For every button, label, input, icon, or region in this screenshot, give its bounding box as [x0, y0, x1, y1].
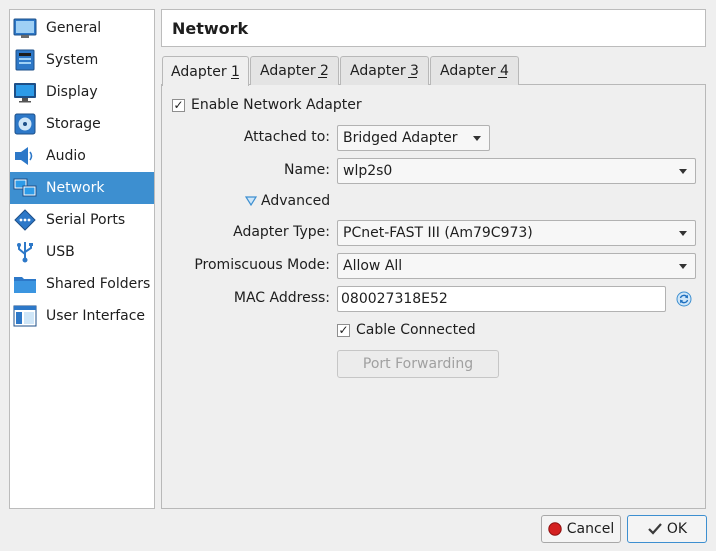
ok-button[interactable]: OK: [627, 515, 707, 543]
audio-icon: [15, 147, 33, 165]
storage-icon: [14, 113, 36, 135]
settings-sidebar: General System Display Storage Audio Net…: [9, 9, 155, 509]
promiscuous-mode-label: Promiscuous Mode:: [194, 257, 330, 273]
system-icon: [15, 49, 35, 71]
chevron-down-icon: [473, 136, 481, 141]
tab-adapter-3[interactable]: Adapter 3: [340, 56, 429, 85]
chevron-down-icon: [679, 231, 687, 236]
enable-adapter-checkbox[interactable]: ✓: [172, 99, 185, 112]
sidebar-item-shared-folders[interactable]: Shared Folders: [10, 268, 154, 300]
mac-address-label: MAC Address:: [233, 290, 330, 306]
sidebar-item-system[interactable]: System: [10, 44, 154, 76]
sidebar-item-label: General: [46, 20, 102, 36]
cancel-icon: [548, 522, 562, 536]
ok-checkmark-icon: [648, 523, 662, 535]
chevron-down-icon: [679, 169, 687, 174]
sidebar-item-label: Serial Ports: [46, 212, 126, 228]
sidebar-item-display[interactable]: Display: [10, 76, 154, 108]
attached-to-select[interactable]: Bridged Adapter: [337, 125, 490, 151]
cancel-button[interactable]: Cancel: [541, 515, 621, 543]
sidebar-item-audio[interactable]: Audio: [10, 140, 154, 172]
tab-adapter-1[interactable]: Adapter 1: [162, 56, 249, 86]
network-icon: [13, 178, 37, 197]
sidebar-item-user-interface[interactable]: User Interface: [10, 300, 154, 332]
sidebar-item-network[interactable]: Network: [10, 172, 154, 204]
refresh-mac-icon[interactable]: [676, 291, 692, 307]
sidebar-item-label: Shared Folders: [46, 276, 151, 292]
sidebar-item-label: Network: [46, 180, 105, 196]
promiscuous-mode-select[interactable]: Allow All: [337, 253, 696, 279]
attached-to-label: Attached to:: [243, 129, 330, 145]
display-icon: [14, 83, 36, 103]
adapter-type-select[interactable]: PCnet-FAST III (Am79C973): [337, 220, 696, 246]
shared-folders-icon: [14, 277, 36, 293]
sidebar-item-serial-ports[interactable]: Serial Ports: [10, 204, 154, 236]
sidebar-item-label: Storage: [46, 116, 101, 132]
tab-label: Adapter 1: [171, 63, 240, 80]
general-icon: [13, 18, 37, 38]
triangle-down-icon: [245, 196, 257, 206]
adapter-type-label: Adapter Type:: [233, 224, 330, 240]
sidebar-item-usb[interactable]: USB: [10, 236, 154, 268]
user-interface-icon: [13, 305, 37, 327]
sidebar-item-label: USB: [46, 244, 75, 260]
name-label: Name:: [283, 162, 330, 178]
tab-adapter-2[interactable]: Adapter 2: [250, 56, 339, 85]
advanced-toggle[interactable]: Advanced: [245, 193, 330, 209]
mac-address-field[interactable]: 080027318E52: [337, 286, 666, 312]
chevron-down-icon: [679, 264, 687, 269]
usb-icon: [17, 242, 33, 263]
sidebar-item-label: User Interface: [46, 308, 146, 324]
enable-adapter-label: Enable Network Adapter: [191, 97, 362, 113]
serial-ports-icon: [14, 209, 36, 231]
sidebar-item-label: Display: [46, 84, 98, 100]
sidebar-item-general[interactable]: General: [10, 12, 154, 44]
page-title: Network: [161, 9, 706, 47]
port-forwarding-button[interactable]: Port Forwarding: [337, 350, 499, 378]
cable-connected-checkbox[interactable]: ✓: [337, 324, 350, 337]
sidebar-item-label: System: [46, 52, 99, 68]
cable-connected-label: Cable Connected: [356, 322, 476, 338]
name-select[interactable]: wlp2s0: [337, 158, 696, 184]
tab-adapter-4[interactable]: Adapter 4: [430, 56, 519, 85]
sidebar-item-storage[interactable]: Storage: [10, 108, 154, 140]
sidebar-item-label: Audio: [46, 148, 86, 164]
